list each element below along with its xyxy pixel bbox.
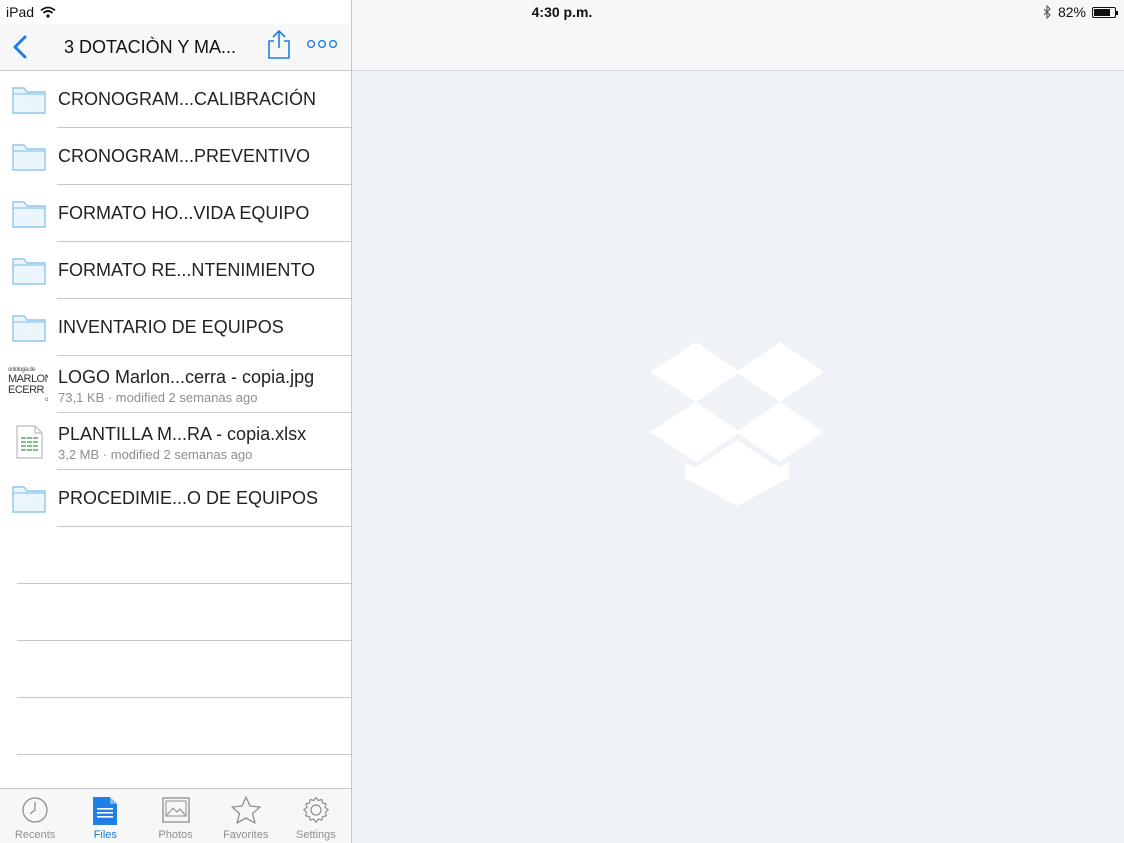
clock-icon bbox=[22, 797, 48, 823]
file-row[interactable]: PLANTILLA M...RA - copia.xlsx 3,2 MB · m… bbox=[0, 413, 351, 470]
folder-title: 3 DOTACIÒN Y MA... bbox=[64, 37, 237, 57]
row-name: FORMATO HO...VIDA EQUIPO bbox=[58, 203, 310, 223]
battery-percent: 82% bbox=[1057, 4, 1086, 20]
folder-row[interactable]: FORMATO HO...VIDA EQUIPO bbox=[0, 185, 351, 242]
empty-row bbox=[0, 527, 351, 584]
tab-files[interactable]: Files bbox=[70, 789, 140, 843]
detail-pane bbox=[352, 0, 1124, 843]
file-list: CRONOGRAM...CALIBRACIÓN CRONOGRAM...PREV… bbox=[0, 71, 351, 755]
row-meta: 73,1 KB · modified 2 semanas ago bbox=[58, 390, 258, 405]
gear-icon bbox=[303, 796, 329, 823]
row-name: CRONOGRAM...CALIBRACIÓN bbox=[58, 89, 317, 109]
tab-settings[interactable]: Settings bbox=[281, 789, 351, 843]
photo-icon bbox=[161, 797, 190, 823]
folder-icon bbox=[12, 201, 46, 228]
navigation-bar: 3 DOTACIÒN Y MA... bbox=[0, 24, 351, 71]
folder-row[interactable]: PROCEDIMIE...O DE EQUIPOS bbox=[0, 470, 351, 527]
folder-row[interactable]: CRONOGRAM...CALIBRACIÓN bbox=[0, 71, 351, 128]
bluetooth-icon bbox=[1043, 5, 1051, 19]
row-name: LOGO Marlon...cerra - copia.jpg bbox=[58, 367, 315, 387]
tab-recents[interactable]: Recents bbox=[0, 789, 70, 843]
spreadsheet-icon bbox=[16, 425, 43, 459]
folder-icon bbox=[12, 315, 46, 342]
status-time: 4:30 p.m. bbox=[531, 4, 593, 20]
row-name: FORMATO RE...NTENIMIENTO bbox=[58, 260, 316, 280]
row-name: PROCEDIMIE...O DE EQUIPOS bbox=[58, 488, 319, 508]
file-icon bbox=[93, 797, 118, 825]
folder-icon bbox=[12, 87, 46, 114]
folder-row[interactable]: INVENTARIO DE EQUIPOS bbox=[0, 299, 351, 356]
row-name: PLANTILLA M...RA - copia.xlsx bbox=[58, 424, 307, 444]
row-name: INVENTARIO DE EQUIPOS bbox=[58, 317, 284, 337]
file-row[interactable]: ontología de MARLON ECERR o LOGO Marlon.… bbox=[0, 356, 351, 413]
empty-row bbox=[0, 698, 351, 755]
star-icon bbox=[231, 796, 261, 824]
folder-row[interactable]: CRONOGRAM...PREVENTIVO bbox=[0, 128, 351, 185]
tab-bar: Recents Files Photos Favorites Settings bbox=[0, 788, 351, 843]
status-bar: iPad 4:30 p.m. 82% bbox=[0, 0, 1124, 24]
folder-icon bbox=[12, 144, 46, 171]
battery-icon bbox=[1092, 6, 1118, 18]
back-chevron-icon[interactable] bbox=[10, 34, 32, 60]
row-name: CRONOGRAM...PREVENTIVO bbox=[58, 146, 311, 166]
folder-icon bbox=[12, 258, 46, 285]
folder-icon bbox=[12, 486, 46, 513]
more-options-icon[interactable] bbox=[306, 38, 338, 50]
folder-row[interactable]: FORMATO RE...NTENIMIENTO bbox=[0, 242, 351, 299]
tab-photos[interactable]: Photos bbox=[140, 789, 210, 843]
dropbox-logo-icon bbox=[650, 342, 824, 506]
empty-row bbox=[0, 641, 351, 698]
tab-favorites[interactable]: Favorites bbox=[211, 789, 281, 843]
share-icon[interactable] bbox=[266, 28, 292, 60]
row-meta: 3,2 MB · modified 2 semanas ago bbox=[58, 447, 253, 462]
file-browser-sidebar: 3 DOTACIÒN Y MA... CRONOGRAM...CALIBRACI… bbox=[0, 0, 352, 843]
empty-row bbox=[0, 584, 351, 641]
image-thumbnail: ontología de MARLON ECERR o bbox=[8, 367, 48, 403]
